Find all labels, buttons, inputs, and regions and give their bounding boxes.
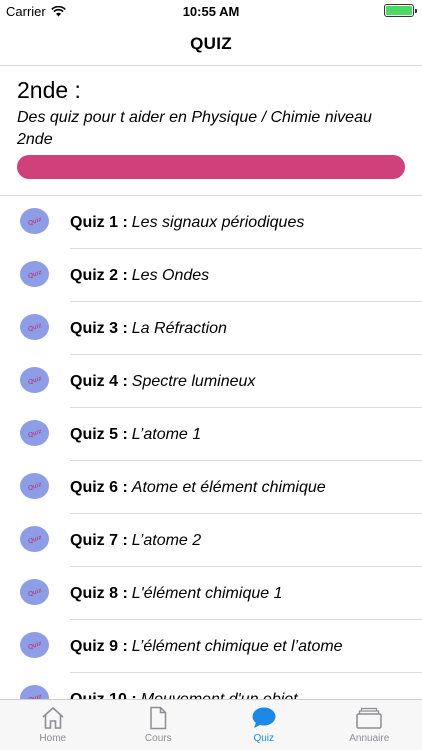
home-icon [42,706,64,729]
level-header: 2nde : Des quiz pour t aider en Physique… [17,76,409,151]
tab-quiz-label: Quiz [253,733,275,744]
quiz-number: Quiz 3 : [70,319,128,337]
quiz-row[interactable]: Quiz Quiz 6 : Atome et élément chimique [0,461,422,514]
tab-home[interactable]: Home [0,700,106,750]
quiz-icon-text: Quiz [26,374,43,386]
quiz-list[interactable]: Quiz Quiz 1 : Les signaux périodiques Quiz Q… [0,195,422,700]
quiz-title: L'élément chimique 1 [131,584,283,602]
quiz-icon: Quiz [20,526,49,552]
quiz-icon-text: Quiz [26,586,43,598]
quiz-title: L’atome 1 [131,425,202,443]
tab-annuaire-label: Annuaire [349,733,390,744]
tab-bar: Home Cours Quiz Annuaire [0,699,422,750]
quiz-title: Atome et élément chimique [131,478,326,496]
quiz-label: Quiz 3 : La Réfraction [70,302,227,355]
quiz-number: Quiz 6 : [70,478,128,496]
quiz-icon-text: Quiz [26,533,43,545]
quiz-icon-text: Quiz [26,321,43,333]
level-description: Des quiz pour t aider en Physique / Chim… [17,109,372,148]
chat-bubble-icon [252,707,276,728]
navigation-bar: QUIZ [0,22,422,66]
quiz-label: Quiz 2 : Les Ondes [70,249,209,302]
tab-home-label: Home [39,733,67,744]
quiz-row[interactable]: Quiz Quiz 5 : L’atome 1 [0,408,422,461]
quiz-number: Quiz 7 : [70,531,128,549]
quiz-number: Quiz 5 : [70,425,128,443]
quiz-label: Quiz 10 : Mouvement d'un objet [70,673,298,701]
quiz-number: Quiz 4 : [70,372,128,390]
quiz-title: Spectre lumineux [131,372,256,390]
page-title: QUIZ [190,33,232,53]
quiz-icon: Quiz [20,208,49,234]
tab-quiz[interactable]: Quiz [211,700,317,750]
quiz-icon: Quiz [20,685,49,700]
quiz-row[interactable]: Quiz Quiz 8 : L'élément chimique 1 [0,567,422,620]
quiz-number: Quiz 8 : [70,584,128,602]
quiz-number: Quiz 2 : [70,266,128,284]
quiz-row[interactable]: Quiz Quiz 1 : Les signaux périodiques [0,196,422,249]
quiz-label: Quiz 7 : L’atome 2 [70,514,201,567]
folder-icon [356,707,382,729]
quiz-number: Quiz 9 : [70,637,128,655]
quiz-row[interactable]: Quiz Quiz 7 : L’atome 2 [0,514,422,567]
quiz-label: Quiz 6 : Atome et élément chimique [70,461,326,514]
quiz-icon-text: Quiz [26,215,43,227]
quiz-number: Quiz 1 : [70,213,128,231]
clock: 10:55 AM [182,4,240,19]
quiz-label: Quiz 9 : L’élément chimique et l’atome [70,620,343,673]
quiz-row[interactable]: Quiz Quiz 10 : Mouvement d'un objet [0,673,422,700]
battery-icon [384,4,417,17]
quiz-icon: Quiz [20,420,49,446]
quiz-label: Quiz 8 : L'élément chimique 1 [70,567,282,620]
quiz-title: Les signaux périodiques [131,213,305,231]
tab-annuaire[interactable]: Annuaire [317,700,422,750]
tab-cours-label: Cours [144,733,172,744]
quiz-icon-text: Quiz [26,480,43,492]
quiz-row[interactable]: Quiz Quiz 3 : La Réfraction [0,302,422,355]
quiz-row[interactable]: Quiz Quiz 9 : L’élément chimique et l’atom… [0,620,422,673]
quiz-icon: Quiz [20,367,49,393]
quiz-icon: Quiz [20,261,49,287]
document-icon [150,706,167,730]
quiz-icon-text: Quiz [26,427,43,439]
tab-cours[interactable]: Cours [106,700,212,750]
quiz-label: Quiz 4 : Spectre lumineux [70,355,255,408]
quiz-icon: Quiz [20,579,49,605]
quiz-label: Quiz 5 : L’atome 1 [70,408,201,461]
level-title: 2nde : [17,77,81,103]
quiz-icon-text: Quiz [26,268,43,280]
quiz-title: L’atome 2 [131,531,202,549]
quiz-title: Les Ondes [131,266,210,284]
quiz-row[interactable]: Quiz Quiz 2 : Les Ondes [0,249,422,302]
progress-bar [17,155,405,179]
quiz-icon: Quiz [20,632,49,658]
quiz-row[interactable]: Quiz Quiz 4 : Spectre lumineux [0,355,422,408]
quiz-label: Quiz 1 : Les signaux périodiques [70,196,304,249]
quiz-icon: Quiz [20,314,49,340]
quiz-title: La Réfraction [131,319,227,337]
quiz-title: L’élément chimique et l’atome [131,637,343,655]
quiz-icon-text: Quiz [26,639,43,651]
quiz-icon: Quiz [20,473,49,499]
status-bar: Carrier 10:55 AM [0,0,422,22]
